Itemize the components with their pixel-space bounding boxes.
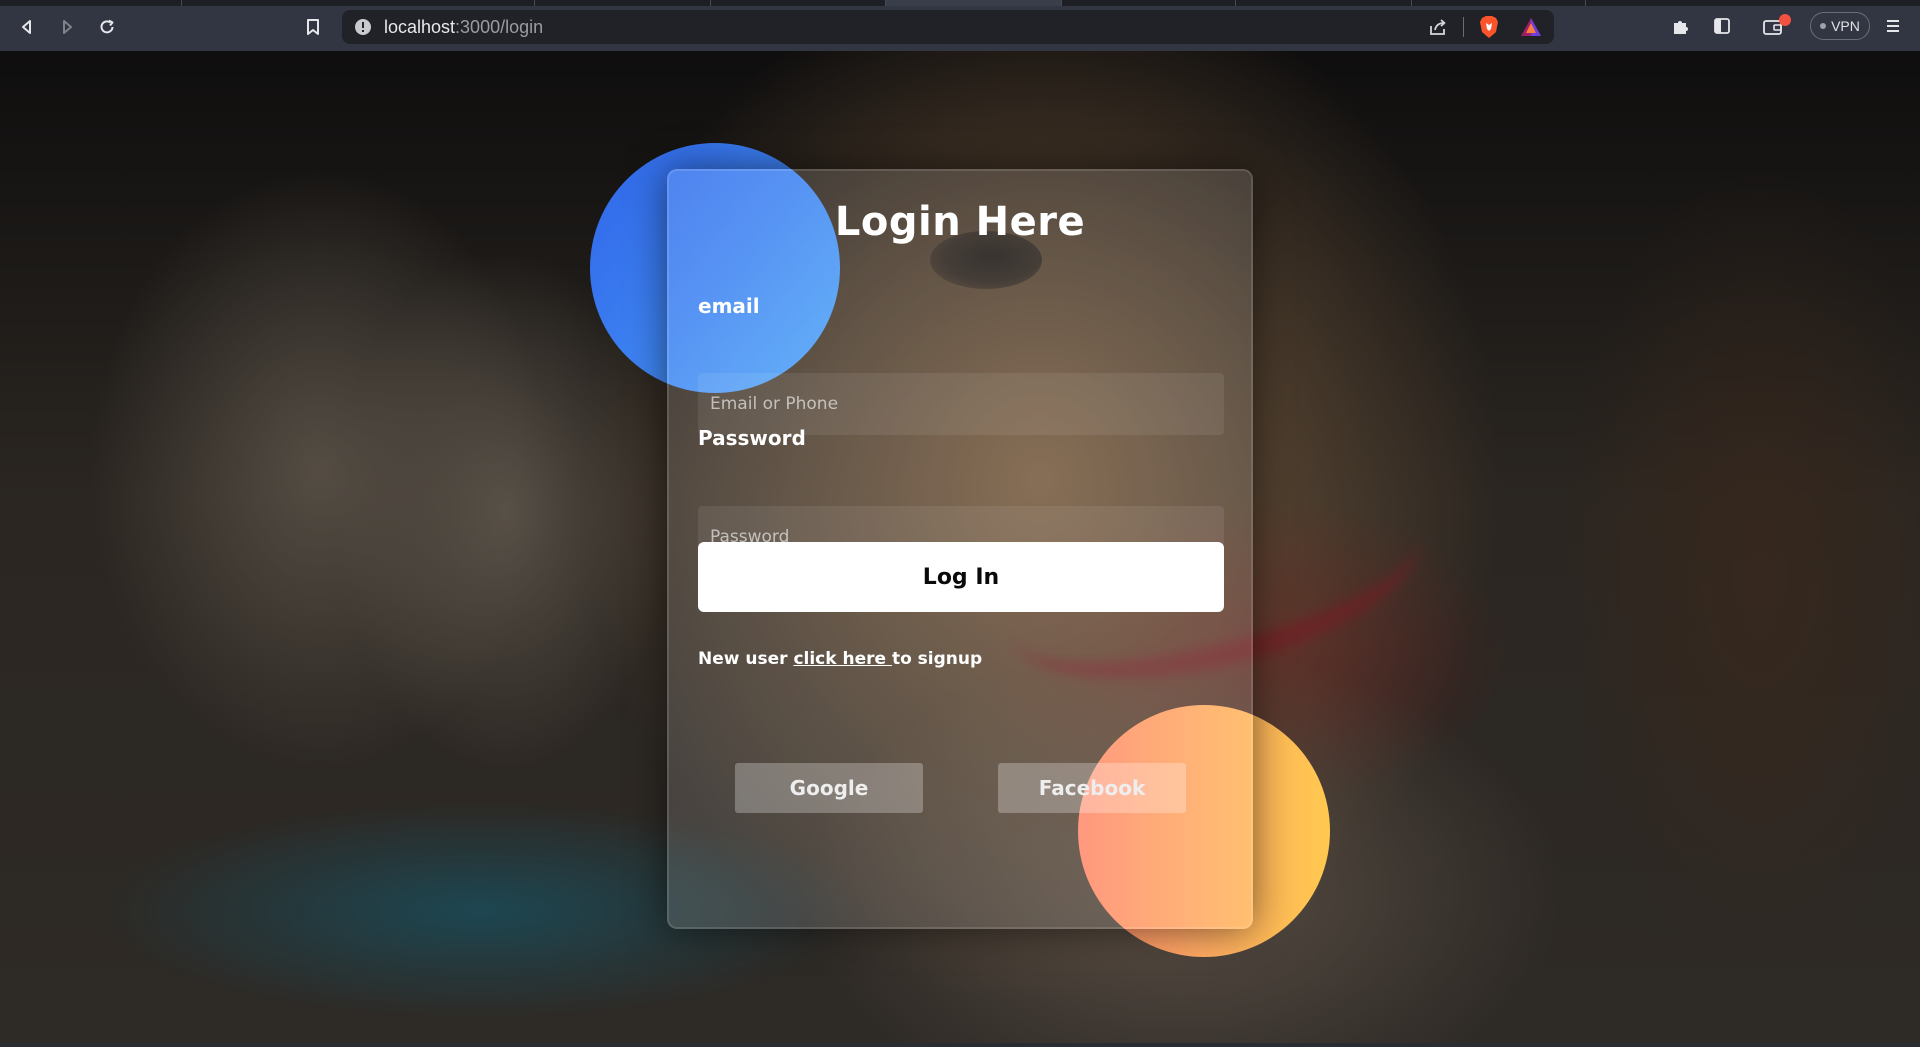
tab[interactable] [711,0,886,6]
tab[interactable] [182,0,535,6]
address-bar[interactable]: localhost:3000/login [342,10,1554,44]
notification-badge [1779,14,1791,26]
signup-link[interactable]: click here [793,649,892,669]
url-host: localhost [384,17,456,37]
info-icon[interactable] [354,18,372,36]
vpn-button[interactable]: VPN [1810,12,1870,40]
page-viewport: Login Here email Password Log In New use… [0,51,1920,1047]
bookmark-button[interactable] [300,14,326,40]
vpn-status-dot [1820,23,1827,29]
window-bottom-edge [0,1043,1920,1047]
puzzle-icon[interactable] [1672,17,1690,35]
vpn-label: VPN [1831,18,1860,34]
share-icon[interactable] [1428,18,1448,36]
divider [1463,17,1464,37]
password-label: Password [698,426,806,450]
back-button[interactable] [14,14,40,40]
google-login-button[interactable]: Google [735,763,923,813]
signup-suffix: to signup [891,649,983,669]
reload-button[interactable] [94,14,120,40]
forward-arrow-icon [63,20,72,34]
tab[interactable] [1412,0,1586,6]
signup-text: New user click here to signup [698,649,982,669]
url-text[interactable]: localhost:3000/login [384,10,543,44]
reload-icon [100,19,114,34]
tab-active[interactable] [886,0,1062,6]
signup-prefix: New user [698,649,794,669]
forward-button[interactable] [54,14,80,40]
email-label: email [698,294,760,318]
hamburger-menu-icon[interactable] [1885,17,1901,35]
url-path: :3000/login [455,17,544,37]
brave-shield-icon[interactable] [1478,15,1500,39]
bookmark-icon [307,19,319,35]
back-arrow-icon [22,20,31,34]
tab[interactable] [0,0,182,6]
tab[interactable] [1062,0,1236,6]
tab[interactable] [1236,0,1412,6]
browser-toolbar: localhost:3000/login VPN [0,0,1920,51]
tab[interactable] [535,0,711,6]
brave-rewards-icon[interactable] [1519,16,1543,38]
login-form: Login Here email Password Log In New use… [667,169,1253,929]
tab-strip [0,0,1920,6]
sidebar-icon[interactable] [1713,17,1731,35]
login-title: Login Here [834,199,1086,245]
login-button[interactable]: Log In [698,542,1224,612]
facebook-login-button[interactable]: Facebook [998,763,1186,813]
